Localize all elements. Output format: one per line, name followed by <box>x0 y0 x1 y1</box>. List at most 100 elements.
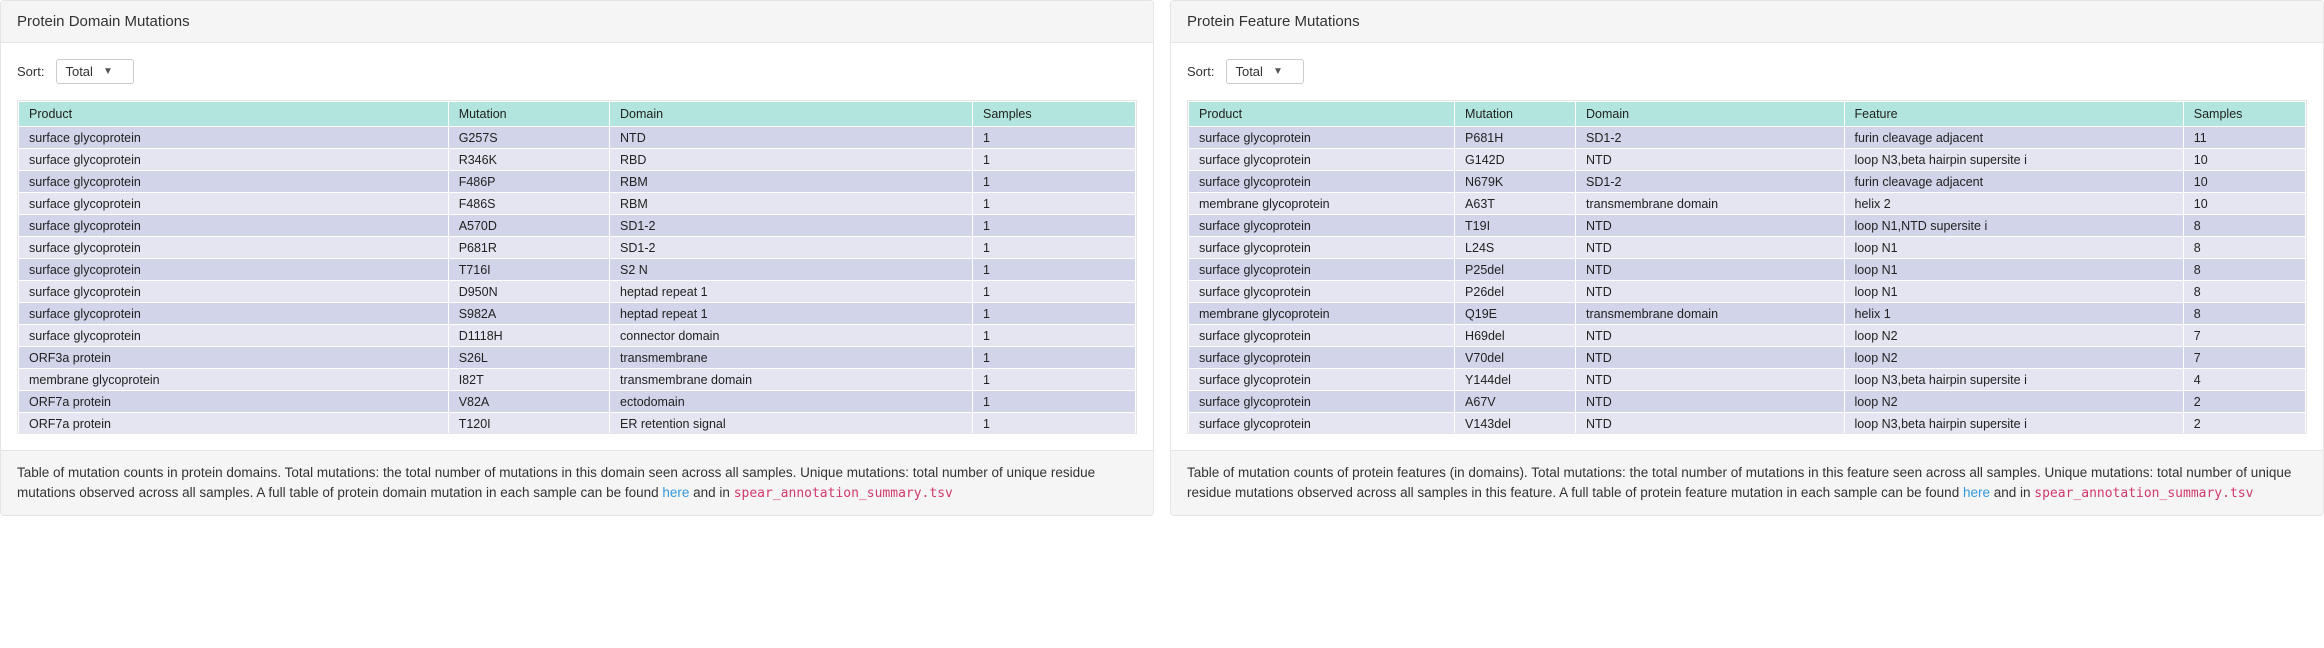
table-cell: RBD <box>610 149 973 171</box>
column-header[interactable]: Feature <box>1844 102 2183 127</box>
table-cell: loop N2 <box>1844 325 2183 347</box>
table-row: surface glycoproteinG257SNTD1 <box>19 127 1136 149</box>
table-cell: loop N2 <box>1844 391 2183 413</box>
table-cell: 7 <box>2183 325 2305 347</box>
table-cell: ORF3a protein <box>19 347 449 369</box>
table-cell: P681H <box>1455 127 1576 149</box>
table-row: surface glycoproteinA67VNTDloop N22 <box>1189 391 2306 413</box>
chevron-down-icon: ▼ <box>1273 66 1283 77</box>
table-cell: 1 <box>973 325 1136 347</box>
table-cell: ER retention signal <box>610 413 973 435</box>
panel-footer: Table of mutation counts of protein feat… <box>1171 450 2323 515</box>
sort-label: Sort: <box>17 64 44 79</box>
table-cell: surface glycoprotein <box>19 237 449 259</box>
table-cell: I82T <box>448 369 609 391</box>
table-row: surface glycoproteinG142DNTDloop N3,beta… <box>1189 149 2306 171</box>
table-cell: surface glycoprotein <box>1189 215 1455 237</box>
table-cell: membrane glycoprotein <box>1189 303 1455 325</box>
table-cell: 1 <box>973 127 1136 149</box>
table-cell: 8 <box>2183 215 2305 237</box>
column-header[interactable]: Samples <box>2183 102 2305 127</box>
table-cell: surface glycoprotein <box>1189 347 1455 369</box>
table-cell: membrane glycoprotein <box>1189 193 1455 215</box>
table-cell: surface glycoprotein <box>19 259 449 281</box>
table-cell: surface glycoprotein <box>1189 325 1455 347</box>
table-cell: 1 <box>973 369 1136 391</box>
table-row: surface glycoproteinP26delNTDloop N18 <box>1189 281 2306 303</box>
table-row: surface glycoproteinS982Aheptad repeat 1… <box>19 303 1136 325</box>
table-row: surface glycoproteinP681RSD1-21 <box>19 237 1136 259</box>
table-cell: ORF7a protein <box>19 391 449 413</box>
table-cell: SD1-2 <box>1576 171 1845 193</box>
table-row: surface glycoproteinL24SNTDloop N18 <box>1189 237 2306 259</box>
panel-title: Protein Feature Mutations <box>1171 1 2323 43</box>
table-cell: SD1-2 <box>610 237 973 259</box>
table-row: surface glycoproteinT19INTDloop N1,NTD s… <box>1189 215 2306 237</box>
panel-footer: Table of mutation counts in protein doma… <box>1 450 1153 515</box>
feature-table: ProductMutationDomainFeatureSamples surf… <box>1188 101 2306 434</box>
table-cell: S2 N <box>610 259 973 281</box>
table-cell: transmembrane domain <box>1576 303 1845 325</box>
footer-link[interactable]: here <box>1963 485 1990 500</box>
table-cell: 1 <box>973 193 1136 215</box>
table-cell: SD1-2 <box>1576 127 1845 149</box>
protein-feature-panel: Protein Feature Mutations Sort: Total ▼ … <box>1170 0 2324 516</box>
table-cell: surface glycoprotein <box>1189 171 1455 193</box>
table-cell: surface glycoprotein <box>1189 149 1455 171</box>
sort-select[interactable]: Total ▼ <box>56 59 133 84</box>
footer-code: spear_annotation_summary.tsv <box>2034 486 2253 501</box>
column-header[interactable]: Product <box>19 102 449 127</box>
table-cell: surface glycoprotein <box>1189 413 1455 435</box>
table-cell: P681R <box>448 237 609 259</box>
table-cell: ectodomain <box>610 391 973 413</box>
table-row: surface glycoproteinP681HSD1-2furin clea… <box>1189 127 2306 149</box>
table-cell: Y144del <box>1455 369 1576 391</box>
table-cell: NTD <box>1576 215 1845 237</box>
table-cell: loop N3,beta hairpin supersite i <box>1844 369 2183 391</box>
column-header[interactable]: Samples <box>973 102 1136 127</box>
table-row: membrane glycoproteinA63Ttransmembrane d… <box>1189 193 2306 215</box>
table-cell: helix 2 <box>1844 193 2183 215</box>
footer-code: spear_annotation_summary.tsv <box>734 486 953 501</box>
table-cell: heptad repeat 1 <box>610 281 973 303</box>
column-header[interactable]: Domain <box>1576 102 1845 127</box>
table-cell: transmembrane <box>610 347 973 369</box>
column-header[interactable]: Mutation <box>448 102 609 127</box>
column-header[interactable]: Domain <box>610 102 973 127</box>
table-cell: T120I <box>448 413 609 435</box>
table-cell: membrane glycoprotein <box>19 369 449 391</box>
table-row: surface glycoproteinY144delNTDloop N3,be… <box>1189 369 2306 391</box>
table-cell: N679K <box>1455 171 1576 193</box>
table-cell: ORF7a protein <box>19 413 449 435</box>
table-cell: surface glycoprotein <box>1189 281 1455 303</box>
table-cell: 1 <box>973 303 1136 325</box>
table-cell: 1 <box>973 149 1136 171</box>
table-cell: 1 <box>973 237 1136 259</box>
table-cell: G257S <box>448 127 609 149</box>
table-cell: NTD <box>1576 391 1845 413</box>
table-cell: loop N1 <box>1844 281 2183 303</box>
table-row: surface glycoproteinT716IS2 N1 <box>19 259 1136 281</box>
column-header[interactable]: Product <box>1189 102 1455 127</box>
table-cell: 8 <box>2183 259 2305 281</box>
table-row: surface glycoproteinF486PRBM1 <box>19 171 1136 193</box>
table-cell: NTD <box>1576 259 1845 281</box>
table-cell: NTD <box>1576 347 1845 369</box>
footer-link[interactable]: here <box>662 485 689 500</box>
column-header[interactable]: Mutation <box>1455 102 1576 127</box>
table-cell: loop N1,NTD supersite i <box>1844 215 2183 237</box>
table-cell: loop N1 <box>1844 259 2183 281</box>
protein-domain-panel: Protein Domain Mutations Sort: Total ▼ P… <box>0 0 1154 516</box>
table-cell: 10 <box>2183 149 2305 171</box>
table-cell: surface glycoprotein <box>1189 391 1455 413</box>
table-row: surface glycoproteinH69delNTDloop N27 <box>1189 325 2306 347</box>
table-cell: furin cleavage adjacent <box>1844 171 2183 193</box>
table-cell: A63T <box>1455 193 1576 215</box>
table-row: surface glycoproteinD950Nheptad repeat 1… <box>19 281 1136 303</box>
sort-select[interactable]: Total ▼ <box>1226 59 1303 84</box>
table-cell: 8 <box>2183 303 2305 325</box>
table-row: membrane glycoproteinQ19Etransmembrane d… <box>1189 303 2306 325</box>
table-cell: connector domain <box>610 325 973 347</box>
table-cell: D950N <box>448 281 609 303</box>
sort-value: Total <box>1235 64 1262 79</box>
